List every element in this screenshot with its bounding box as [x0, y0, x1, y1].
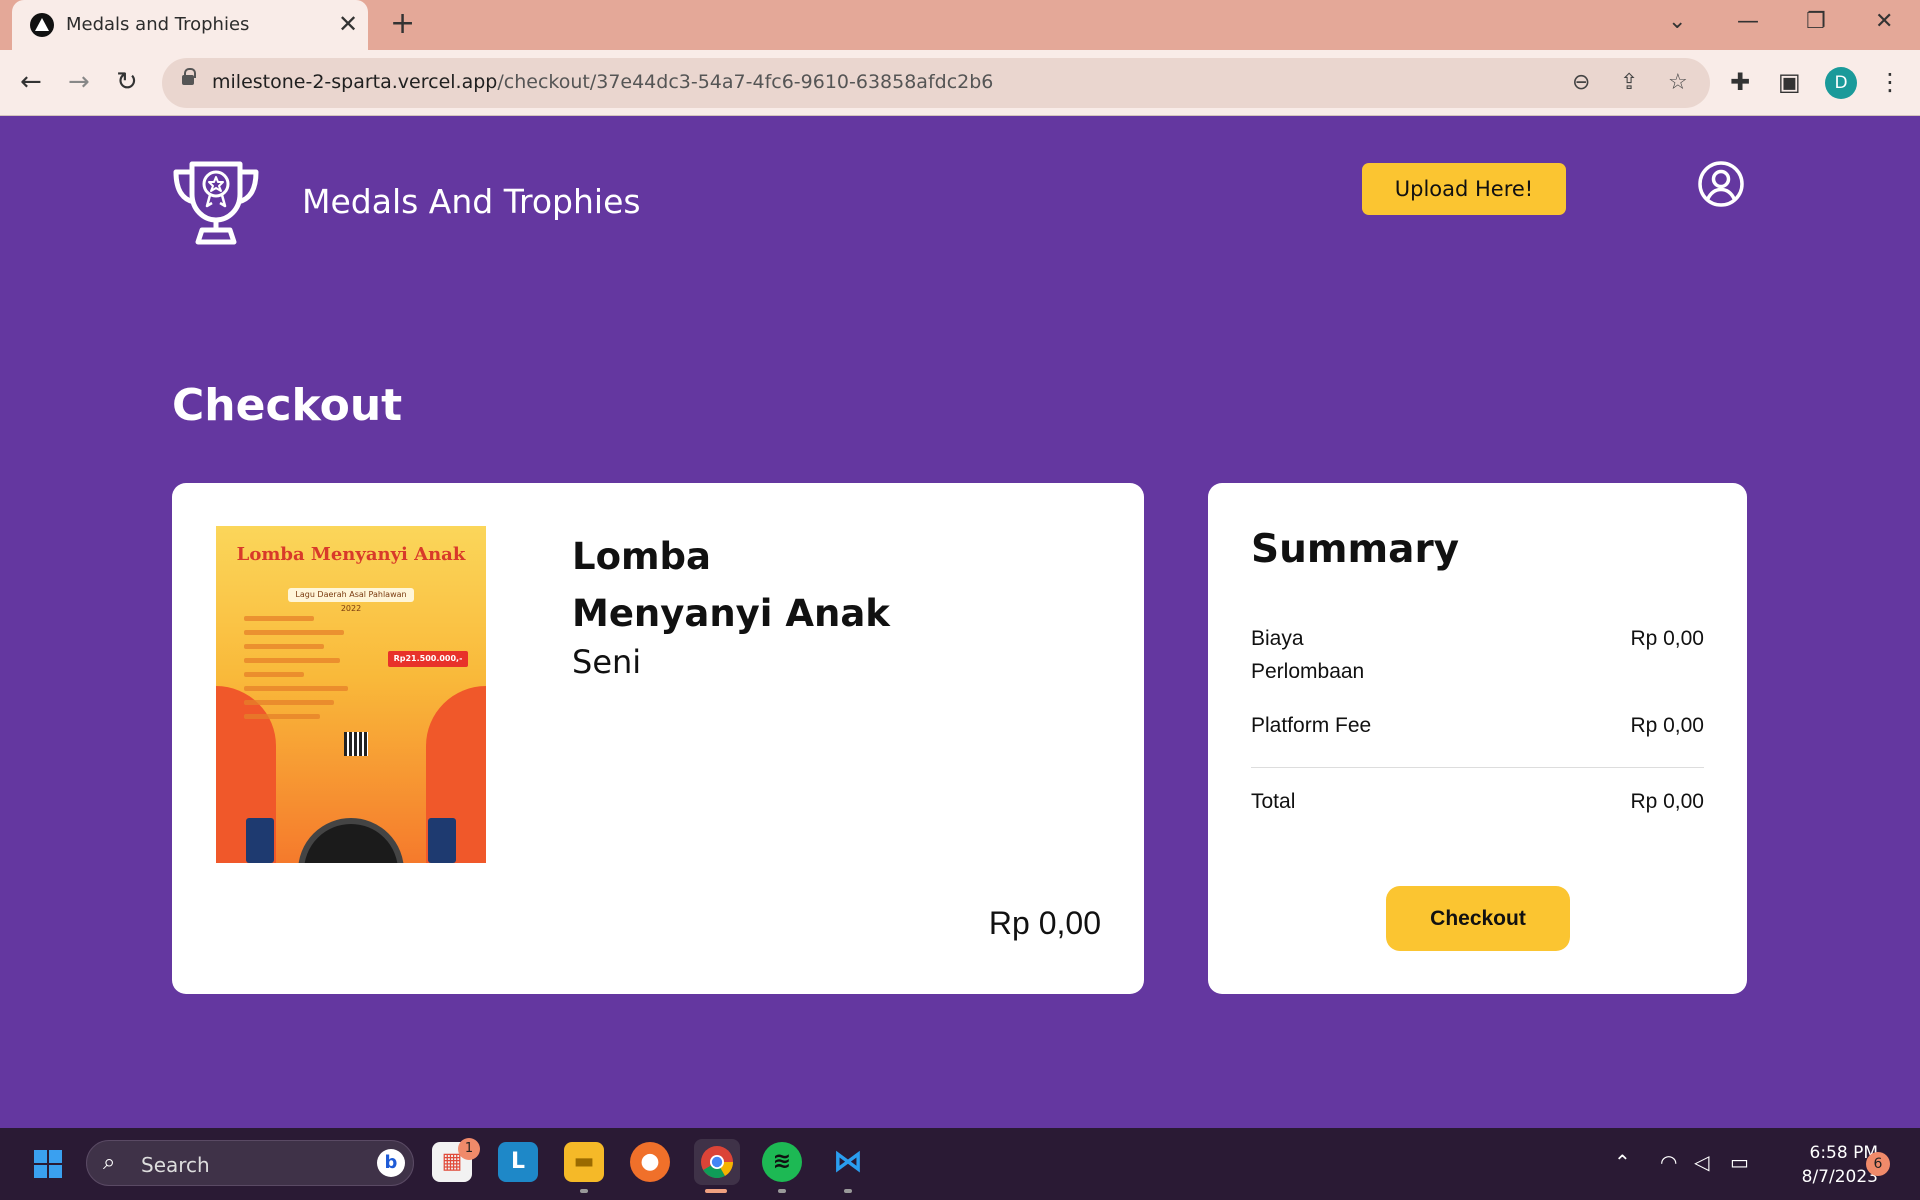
summary-title: Summary — [1251, 527, 1460, 572]
bookmark-star-icon[interactable]: ☆ — [1668, 70, 1688, 96]
window-close-icon[interactable]: ✕ — [1875, 10, 1893, 34]
volume-icon[interactable]: ◁ — [1694, 1150, 1709, 1174]
store-notification-badge: 1 — [458, 1138, 480, 1160]
vinyl-record-icon — [298, 818, 404, 863]
total-label: Total — [1251, 790, 1296, 813]
summary-row-value: Rp 0,00 — [1630, 714, 1704, 737]
back-arrow-icon[interactable]: ← — [20, 68, 42, 96]
poster-subtitle: Lagu Daerah Asal Pahlawan 2022 — [288, 588, 414, 613]
side-panel-icon[interactable]: ▣ — [1778, 68, 1801, 96]
address-bar[interactable]: milestone-2-sparta.vercel.app/checkout/3… — [162, 58, 1710, 108]
spotify-icon[interactable]: ≋ — [762, 1142, 802, 1182]
clock-date: 8/7/2023 — [1801, 1167, 1878, 1187]
restore-icon[interactable]: ❐ — [1806, 10, 1826, 34]
url-text[interactable]: milestone-2-sparta.vercel.app/checkout/3… — [212, 71, 993, 93]
user-account-icon[interactable] — [1697, 160, 1745, 212]
vscode-icon[interactable]: ⋈ — [828, 1142, 868, 1182]
browser-tab-strip: Medals and Trophies ✕ + ⌄ — ❐ ✕ — [0, 0, 1920, 50]
item-price: Rp 0,00 — [988, 905, 1101, 941]
firefox-icon[interactable]: ● — [630, 1142, 670, 1182]
forward-arrow-icon[interactable]: → — [68, 68, 90, 96]
lock-icon — [182, 68, 196, 85]
speaker-icon — [428, 818, 456, 863]
profile-avatar[interactable]: D — [1825, 67, 1857, 99]
summary-card: Summary Biaya Perlombaan Rp 0,00 Platfor… — [1208, 483, 1747, 994]
bing-icon[interactable]: b — [377, 1149, 405, 1177]
trophy-logo-icon[interactable] — [172, 158, 260, 250]
running-indicator — [844, 1189, 852, 1193]
browser-tab[interactable]: Medals and Trophies ✕ — [12, 0, 368, 50]
zoom-out-icon[interactable]: ⊖ — [1572, 70, 1590, 96]
total-value: Rp 0,00 — [1630, 790, 1704, 813]
running-indicator — [580, 1189, 588, 1193]
summary-row-label: Biaya Perlombaan — [1251, 627, 1365, 683]
notification-badge[interactable]: 6 — [1866, 1152, 1890, 1176]
taskbar-clock[interactable]: 6:58 PM 8/7/2023 — [1782, 1141, 1878, 1189]
item-name: Lomba Menyanyi Anak — [572, 535, 890, 635]
reload-icon[interactable]: ↻ — [116, 68, 138, 96]
running-indicator — [778, 1189, 786, 1193]
wifi-icon[interactable]: ◠ — [1660, 1150, 1677, 1174]
tray-chevron-up-icon[interactable]: ⌃ — [1614, 1150, 1631, 1174]
competition-poster-image: Lomba Menyanyi Anak Lagu Daerah Asal Pah… — [216, 526, 486, 863]
tab-close-icon[interactable]: ✕ — [338, 10, 358, 38]
poster-title: Lomba Menyanyi Anak — [236, 544, 466, 565]
taskbar-search[interactable]: ⌕ Search b — [86, 1140, 414, 1186]
l-app-icon[interactable]: L — [498, 1142, 538, 1182]
new-tab-icon[interactable]: + — [390, 8, 415, 40]
file-explorer-icon[interactable]: ▬ — [564, 1142, 604, 1182]
battery-icon[interactable]: ▭ — [1730, 1150, 1749, 1174]
site-title[interactable]: Medals And Trophies — [302, 182, 641, 221]
windows-start-icon[interactable] — [34, 1150, 62, 1178]
chrome-active-slot[interactable] — [694, 1139, 740, 1185]
extensions-puzzle-icon[interactable]: ✚ — [1730, 68, 1750, 96]
windows-taskbar: ⌕ Search b ▦ 1 L ▬ ● ≋ ⋈ ⌃ ◠ ◁ ▭ 6:58 PM… — [0, 1128, 1920, 1200]
upload-button[interactable]: Upload Here! — [1362, 163, 1566, 215]
clock-time: 6:58 PM — [1809, 1143, 1879, 1163]
browser-toolbar: ← → ↻ milestone-2-sparta.vercel.app/chec… — [0, 50, 1920, 116]
active-indicator — [705, 1189, 727, 1193]
checkout-item-card: Lomba Menyanyi Anak Lagu Daerah Asal Pah… — [172, 483, 1144, 994]
search-icon: ⌕ — [103, 1150, 116, 1175]
item-category: Seni — [572, 643, 642, 681]
checkout-button[interactable]: Checkout — [1386, 886, 1570, 951]
browser-menu-icon[interactable]: ⋮ — [1878, 68, 1902, 96]
minimize-icon[interactable]: — — [1737, 10, 1759, 34]
share-icon[interactable]: ⇪ — [1620, 70, 1638, 96]
taskbar-search-placeholder: Search — [141, 1153, 210, 1177]
page-title: Checkout — [172, 380, 403, 431]
summary-row-value: Rp 0,00 — [1630, 627, 1704, 650]
vercel-favicon-icon — [30, 13, 54, 37]
chrome-icon — [701, 1146, 734, 1179]
poster-qr-code — [344, 732, 368, 756]
divider — [1251, 767, 1704, 768]
poster-details — [244, 616, 354, 728]
tab-search-chevron-icon[interactable]: ⌄ — [1668, 10, 1686, 34]
speaker-icon — [246, 818, 274, 863]
tab-title: Medals and Trophies — [66, 14, 250, 35]
poster-prize-tag: Rp21.500.000,- — [388, 651, 468, 667]
summary-row-label: Platform Fee — [1251, 714, 1372, 737]
